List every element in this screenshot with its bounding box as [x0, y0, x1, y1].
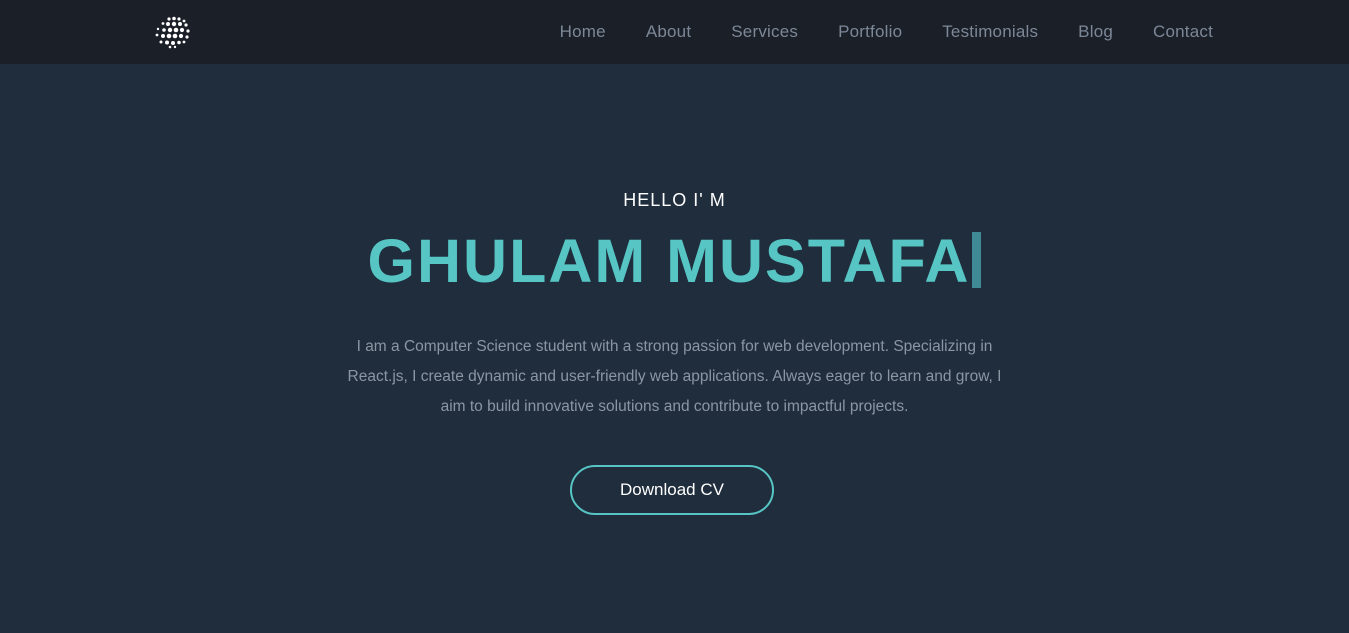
hero-description: I am a Computer Science student with a s…	[347, 337, 1002, 415]
nav-item-about: About	[646, 22, 691, 42]
nav-link-blog[interactable]: Blog	[1078, 22, 1113, 41]
nav-link-portfolio[interactable]: Portfolio	[838, 22, 902, 41]
nav-link-contact[interactable]: Contact	[1153, 22, 1213, 41]
nav-item-portfolio: Portfolio	[838, 22, 902, 42]
dotted-sphere-logo-icon	[155, 16, 190, 49]
hero-name: GHULAM MUSTAFA	[367, 227, 971, 295]
nav-item-services: Services	[731, 22, 798, 42]
nav-link-home[interactable]: Home	[560, 22, 606, 41]
typing-cursor	[972, 232, 982, 288]
nav-link-about[interactable]: About	[646, 22, 691, 41]
nav-item-testimonials: Testimonials	[942, 22, 1038, 42]
hero-name-row: GHULAM MUSTAFA	[0, 226, 1349, 296]
hero-section: HELLO I' M GHULAM MUSTAFA I am a Compute…	[0, 64, 1349, 633]
nav-link-testimonials[interactable]: Testimonials	[942, 22, 1038, 41]
nav-item-blog: Blog	[1078, 22, 1113, 42]
nav-link-services[interactable]: Services	[731, 22, 798, 41]
logo-link[interactable]	[153, 15, 193, 49]
nav-item-home: Home	[560, 22, 606, 42]
download-cv-button[interactable]: Download CV	[570, 465, 774, 515]
nav-item-contact: Contact	[1153, 22, 1213, 42]
top-navbar: Home About Services Portfolio Testimonia…	[0, 0, 1349, 64]
nav-menu: Home About Services Portfolio Testimonia…	[560, 0, 1213, 64]
hero-greeting: HELLO I' M	[623, 190, 726, 210]
